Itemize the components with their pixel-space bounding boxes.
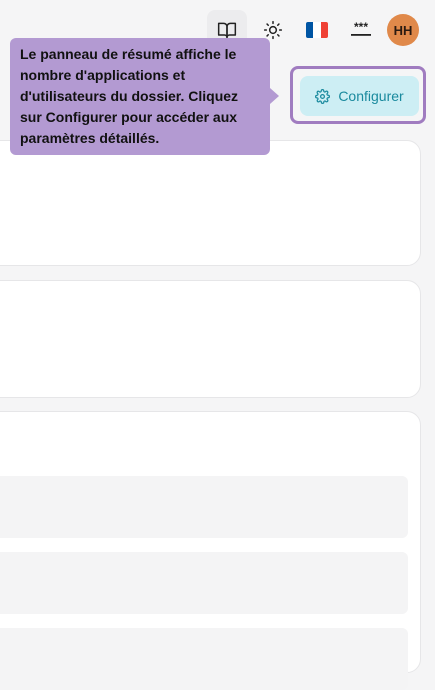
password-button[interactable]: *** bbox=[341, 10, 381, 50]
france-flag-icon bbox=[306, 22, 328, 38]
tour-tooltip: Le panneau de résumé affiche le nombre d… bbox=[10, 38, 270, 155]
book-open-icon bbox=[217, 22, 237, 39]
configure-button[interactable]: Configurer bbox=[300, 76, 419, 116]
user-avatar[interactable]: HH bbox=[387, 14, 419, 46]
stats-card bbox=[0, 280, 421, 398]
summary-card bbox=[0, 140, 421, 266]
list-item[interactable] bbox=[0, 628, 408, 690]
tour-tooltip-arrow bbox=[270, 88, 279, 104]
configure-button-label: Configurer bbox=[338, 88, 404, 104]
password-dots-icon: *** bbox=[351, 22, 371, 36]
list-item[interactable] bbox=[0, 552, 408, 614]
list-card bbox=[0, 411, 421, 690]
svg-text:***: *** bbox=[354, 22, 368, 34]
language-button[interactable] bbox=[297, 10, 337, 50]
tour-tooltip-text: Le panneau de résumé affiche le nombre d… bbox=[20, 46, 239, 146]
list-item[interactable] bbox=[0, 476, 408, 538]
sun-icon bbox=[263, 20, 283, 40]
gear-icon bbox=[315, 88, 331, 104]
